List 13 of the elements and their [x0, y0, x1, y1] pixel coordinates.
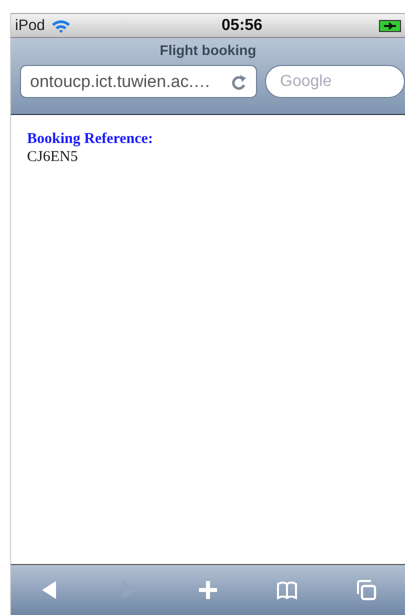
wifi-icon [51, 18, 72, 32]
reload-icon[interactable] [231, 72, 247, 90]
search-field[interactable]: Google [265, 65, 405, 98]
plus-icon[interactable] [196, 579, 219, 601]
booking-reference-value: CJ6EN5 [27, 149, 78, 166]
clock: 05:56 [222, 16, 262, 34]
address-field[interactable]: ontoucp.ict.tuwien.ac.… [20, 65, 257, 98]
booking-reference-label: Booking Reference: [27, 131, 153, 148]
window-title: Flight booking [160, 42, 256, 58]
carrier-label: iPod [15, 17, 46, 34]
book-icon[interactable] [276, 579, 298, 601]
battery-icon [378, 20, 401, 32]
pages-icon[interactable] [354, 579, 377, 601]
